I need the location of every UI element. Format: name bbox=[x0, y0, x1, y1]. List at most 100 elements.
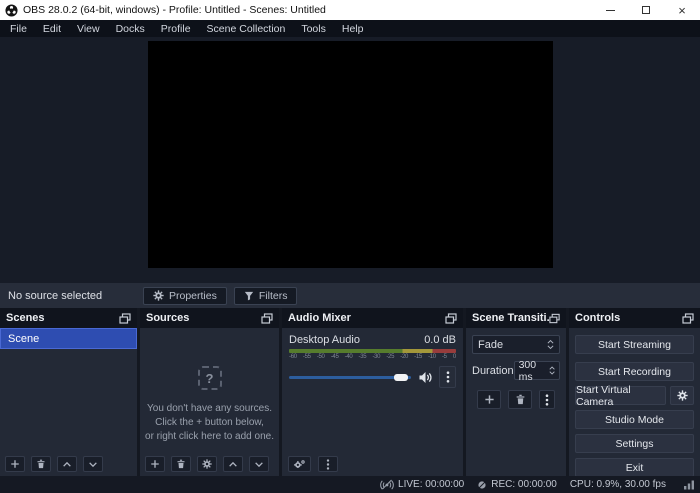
scene-up-button[interactable] bbox=[57, 456, 77, 472]
start-recording-button[interactable]: Start Recording bbox=[575, 362, 694, 381]
combo-arrows-icon bbox=[547, 339, 554, 350]
audio-mixer-title: Audio Mixer bbox=[288, 312, 351, 324]
filters-button[interactable]: Filters bbox=[233, 286, 298, 305]
scenes-panel: Scenes Scene bbox=[0, 308, 137, 476]
source-up-button[interactable] bbox=[223, 456, 243, 472]
start-virtual-camera-button[interactable]: Start Virtual Camera bbox=[575, 384, 666, 408]
speaker-icon[interactable] bbox=[418, 371, 432, 384]
remove-scene-button[interactable] bbox=[31, 456, 51, 472]
remove-source-button[interactable] bbox=[171, 456, 191, 472]
scene-list-item[interactable]: Scene bbox=[0, 328, 137, 349]
popout-icon[interactable] bbox=[261, 312, 273, 324]
sources-panel-header: Sources bbox=[140, 308, 279, 328]
transition-menu-button[interactable] bbox=[539, 390, 555, 409]
chevron-down-icon bbox=[255, 461, 263, 467]
maximize-button[interactable] bbox=[628, 0, 664, 20]
tick: -35 bbox=[358, 354, 367, 360]
menu-docks[interactable]: Docks bbox=[108, 23, 153, 35]
record-dot-icon bbox=[478, 480, 487, 489]
volume-slider-handle[interactable] bbox=[393, 374, 408, 381]
menu-tools[interactable]: Tools bbox=[293, 23, 334, 35]
mixer-menu-button[interactable] bbox=[318, 456, 338, 472]
scenes-toolbar bbox=[5, 456, 103, 472]
popout-icon[interactable] bbox=[549, 313, 560, 324]
trash-icon bbox=[516, 394, 524, 405]
empty-state-line: or right click here to add one. bbox=[145, 431, 274, 442]
tick: -20 bbox=[400, 354, 409, 360]
sources-panel: Sources ? You don't have any sources. Cl… bbox=[140, 308, 279, 476]
menu-file[interactable]: File bbox=[2, 23, 35, 35]
start-streaming-button[interactable]: Start Streaming bbox=[575, 335, 694, 354]
exit-button[interactable]: Exit bbox=[575, 458, 694, 477]
menu-edit[interactable]: Edit bbox=[35, 23, 69, 35]
tick: -45 bbox=[330, 354, 339, 360]
maximize-icon bbox=[642, 6, 650, 14]
program-canvas[interactable] bbox=[147, 41, 553, 268]
meter-scale: -60 -55 -50 -45 -40 -35 -30 -25 -20 -15 … bbox=[289, 354, 456, 360]
virtual-camera-config-button[interactable] bbox=[670, 386, 694, 405]
channel-level-db: 0.0 dB bbox=[424, 334, 456, 346]
gear-icon bbox=[202, 459, 212, 469]
tick: -60 bbox=[289, 354, 297, 360]
plus-icon bbox=[151, 460, 159, 468]
duration-spinbox[interactable]: 300 ms bbox=[513, 359, 560, 383]
transition-select[interactable]: Fade bbox=[472, 335, 560, 354]
chevron-up-icon bbox=[229, 461, 237, 467]
transitions-toolbar bbox=[472, 390, 560, 409]
transition-select-value: Fade bbox=[478, 338, 504, 351]
popout-icon[interactable] bbox=[119, 312, 131, 324]
filter-icon bbox=[244, 291, 254, 300]
controls-header: Controls bbox=[569, 308, 700, 328]
add-scene-button[interactable] bbox=[5, 456, 25, 472]
menu-scene-collection[interactable]: Scene Collection bbox=[199, 23, 294, 35]
scene-item-label: Scene bbox=[8, 332, 40, 345]
sources-list[interactable]: ? You don't have any sources. Click the … bbox=[140, 328, 279, 476]
menu-bar: File Edit View Docks Profile Scene Colle… bbox=[0, 20, 700, 37]
volume-meter bbox=[289, 349, 456, 353]
empty-state-line: Click the + button below, bbox=[155, 417, 264, 428]
add-source-button[interactable] bbox=[145, 456, 165, 472]
scene-down-button[interactable] bbox=[83, 456, 103, 472]
close-button[interactable]: × bbox=[664, 0, 700, 20]
studio-mode-button[interactable]: Studio Mode bbox=[575, 410, 694, 429]
menu-help[interactable]: Help bbox=[334, 23, 372, 35]
tick: -50 bbox=[316, 354, 325, 360]
scenes-panel-title: Scenes bbox=[6, 312, 45, 324]
menu-profile[interactable]: Profile bbox=[153, 23, 199, 35]
tick: -5 bbox=[441, 354, 447, 360]
rec-timer: REC: 00:00:00 bbox=[491, 479, 557, 490]
stream-offline-icon bbox=[380, 479, 394, 490]
advanced-audio-icon bbox=[293, 459, 305, 468]
properties-label: Properties bbox=[169, 289, 217, 302]
channel-menu-button[interactable] bbox=[439, 366, 456, 388]
kebab-icon bbox=[446, 371, 449, 383]
titlebar: OBS 28.0.2 (64-bit, windows) - Profile: … bbox=[0, 0, 700, 20]
network-signal-icon bbox=[684, 480, 694, 490]
properties-button[interactable]: Properties bbox=[143, 286, 227, 305]
controls-title: Controls bbox=[575, 312, 621, 324]
scene-transitions-panel: Scene Transiti... Fade Duration 300 ms bbox=[466, 308, 566, 476]
gear-icon bbox=[153, 290, 164, 301]
spin-arrows-icon[interactable] bbox=[549, 365, 555, 376]
source-properties-button[interactable] bbox=[197, 456, 217, 472]
source-down-button[interactable] bbox=[249, 456, 269, 472]
popout-icon[interactable] bbox=[682, 312, 694, 324]
menu-view[interactable]: View bbox=[69, 23, 108, 35]
mixer-toolbar bbox=[288, 456, 338, 472]
obs-window: OBS 28.0.2 (64-bit, windows) - Profile: … bbox=[0, 0, 700, 493]
minimize-button[interactable] bbox=[592, 0, 628, 20]
settings-button[interactable]: Settings bbox=[575, 434, 694, 453]
popout-icon[interactable] bbox=[445, 312, 457, 324]
filters-label: Filters bbox=[258, 289, 288, 302]
advanced-audio-button[interactable] bbox=[288, 456, 311, 472]
audio-mixer-header: Audio Mixer bbox=[282, 308, 463, 328]
scenes-panel-header: Scenes bbox=[0, 308, 137, 328]
remove-transition-button[interactable] bbox=[508, 390, 532, 409]
audio-mixer-panel: Audio Mixer Desktop Audio 0.0 dB -60 -55 bbox=[282, 308, 463, 476]
volume-slider[interactable] bbox=[289, 370, 411, 384]
empty-state-line: You don't have any sources. bbox=[147, 403, 272, 414]
minimize-icon bbox=[605, 9, 615, 11]
add-transition-button[interactable] bbox=[477, 390, 501, 409]
volume-slider-track bbox=[289, 376, 411, 379]
chevron-up-icon bbox=[63, 461, 71, 467]
